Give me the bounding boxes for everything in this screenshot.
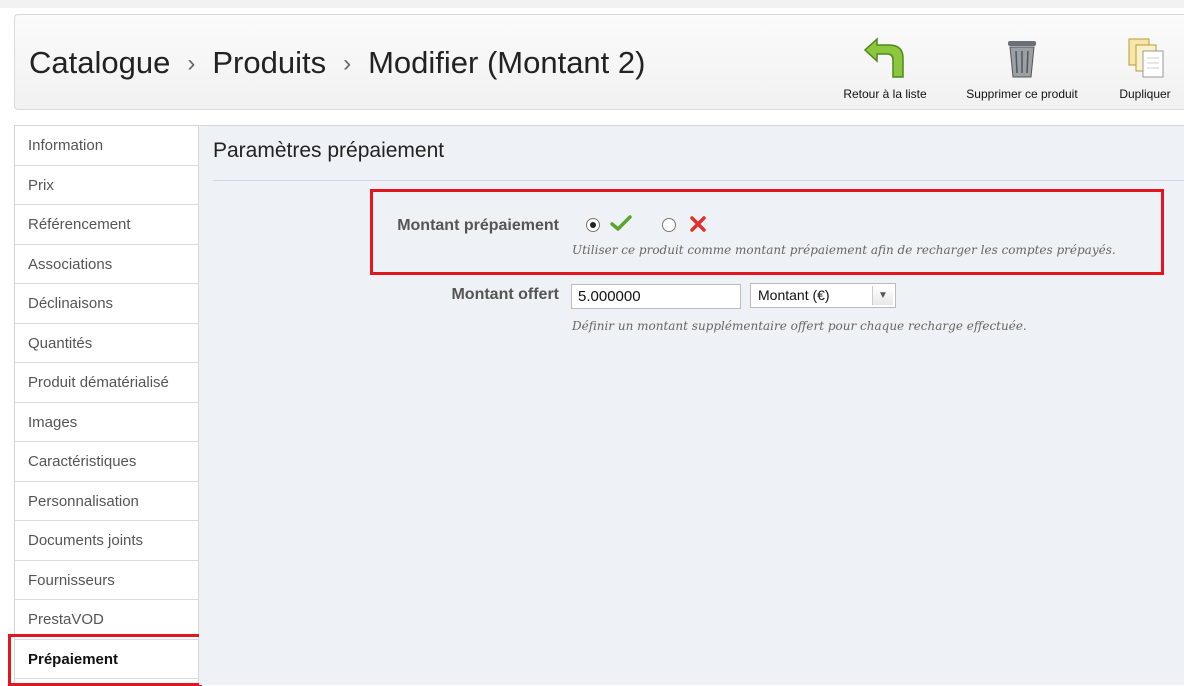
breadcrumb-catalogue[interactable]: Catalogue	[29, 45, 170, 80]
product-tabs-sidebar: Information Prix Référencement Associati…	[14, 125, 199, 685]
tab-fournisseurs[interactable]: Fournisseurs	[15, 561, 198, 600]
tab-documents-joints[interactable]: Documents joints	[15, 521, 198, 561]
prepay-label: Montant prépaiement	[397, 217, 559, 234]
breadcrumb-current: Modifier (Montant 2)	[368, 45, 646, 80]
duplicate-button[interactable]: Dupliquer	[1105, 35, 1184, 105]
top-strip	[0, 0, 1184, 8]
tab-information[interactable]: Information	[15, 126, 198, 166]
tab-associations[interactable]: Associations	[15, 245, 198, 284]
prepay-settings-panel: Paramètres prépaiement Montant prépaieme…	[199, 125, 1184, 685]
prepay-hint: Utiliser ce produit comme montant prépai…	[572, 243, 1116, 257]
cross-icon	[690, 216, 706, 232]
tab-prestavod[interactable]: PrestaVOD	[15, 600, 198, 640]
tab-declinaisons[interactable]: Déclinaisons	[15, 284, 198, 324]
header-toolbar: Catalogue › Produits › Modifier (Montant 2) …	[14, 14, 1184, 110]
section-title: Paramètres prépaiement	[213, 139, 445, 162]
prepay-yes-radio[interactable]	[586, 218, 600, 232]
duplicate-icon	[1128, 38, 1164, 78]
delete-product-label: Supprimer ce produit	[966, 87, 1078, 101]
back-to-list-label: Retour à la liste	[843, 87, 927, 101]
offer-type-select[interactable]: Montant (€) ▼	[750, 283, 896, 308]
breadcrumb-products[interactable]: Produits	[212, 45, 326, 80]
check-icon	[610, 215, 632, 231]
offer-type-value: Montant (€)	[758, 287, 830, 303]
tab-prepaiement[interactable]: Prépaiement	[15, 640, 198, 679]
tab-personnalisation[interactable]: Personnalisation	[15, 482, 198, 521]
chevron-down-icon: ▼	[872, 286, 893, 305]
tab-caracteristiques[interactable]: Caractéristiques	[15, 442, 198, 482]
breadcrumb: Catalogue › Produits › Modifier (Montant 2)	[29, 45, 645, 81]
breadcrumb-separator: ›	[187, 50, 196, 77]
delete-product-button[interactable]: Supprimer ce produit	[952, 35, 1092, 105]
title-divider	[213, 180, 1184, 181]
offer-hint: Définir un montant supplémentaire offert…	[572, 319, 1027, 333]
back-to-list-button[interactable]: Retour à la liste	[833, 35, 937, 105]
prepay-no-radio[interactable]	[662, 218, 676, 232]
tab-quantites[interactable]: Quantités	[15, 324, 198, 363]
tab-referencement[interactable]: Référencement	[15, 205, 198, 245]
breadcrumb-separator: ›	[343, 50, 352, 77]
tab-produit-dematerialise[interactable]: Produit dématérialisé	[15, 363, 198, 403]
tab-images[interactable]: Images	[15, 403, 198, 442]
offer-amount-input[interactable]	[571, 284, 741, 309]
offer-label: Montant offert	[451, 286, 559, 303]
trash-icon	[1008, 41, 1036, 78]
return-arrow-icon	[863, 37, 904, 78]
tab-prix[interactable]: Prix	[15, 166, 198, 205]
duplicate-label: Dupliquer	[1119, 87, 1171, 101]
